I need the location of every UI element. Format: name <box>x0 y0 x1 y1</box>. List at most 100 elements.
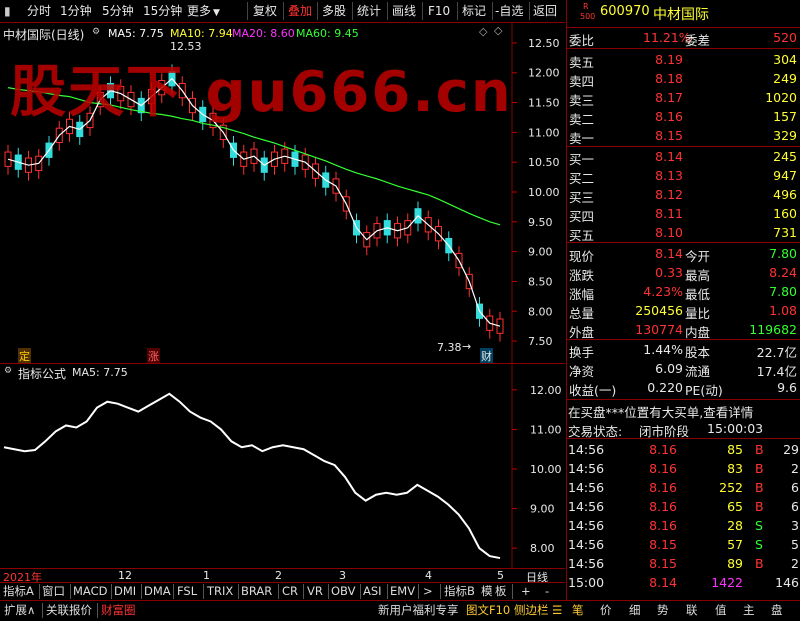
tick-row[interactable]: 14:56 8.16 85 B 29 <box>567 441 800 459</box>
wealth-circle-button[interactable]: 财富圈 <box>101 603 136 618</box>
remove-indicator-button[interactable]: - <box>545 584 549 599</box>
settings-gear-icon[interactable]: ⚙ <box>92 27 100 37</box>
tab-price[interactable]: 价 <box>600 603 612 618</box>
tick-price: 8.16 <box>649 461 677 476</box>
tab-detail[interactable]: 细 <box>629 603 641 618</box>
tab-obv[interactable]: OBV <box>331 584 355 599</box>
tick-row[interactable]: 14:56 8.16 252 B 6 <box>567 479 800 497</box>
indicator-settings-icon[interactable]: ⚙ <box>4 366 12 376</box>
tab-ban[interactable]: 板 <box>495 584 507 599</box>
tick-row[interactable]: 14:56 8.15 89 B 2 <box>567 555 800 573</box>
finance-row[interactable]: 换手 1.44% 股本 22.7亿 <box>567 341 800 360</box>
tab-macd[interactable]: MACD <box>73 584 107 599</box>
order-book-sell-row[interactable]: 卖三 8.17 1020 <box>567 89 800 108</box>
tab-trades[interactable]: 笔 <box>572 603 584 618</box>
quote-stat-row[interactable]: 涨跌 0.33 最高 8.24 <box>567 264 800 283</box>
order-book-sell-row[interactable]: 卖二 8.16 157 <box>567 108 800 127</box>
toolbar-btn-huaxian[interactable]: 画线 <box>392 3 416 19</box>
tick-price: 8.15 <box>649 556 677 571</box>
tab-value[interactable]: 值 <box>715 603 727 618</box>
tick-row[interactable]: 14:56 8.16 83 B 2 <box>567 460 800 478</box>
f10-graphic-button[interactable]: 图文F10 <box>466 603 510 618</box>
tab-chuangkou[interactable]: 窗口 <box>42 584 65 599</box>
toolbar-btn-zixuan[interactable]: -自选 <box>495 3 523 19</box>
tab-zhibiao-b[interactable]: 指标B <box>444 584 475 599</box>
indicator-legend: MA5: 7.75 <box>72 366 128 379</box>
collapse-icon[interactable]: ◇ <box>494 24 502 37</box>
stat-label: 最高 <box>685 268 711 283</box>
new-user-promo-link[interactable]: 新用户福利专享 <box>378 603 459 618</box>
toolbar-btn-5min[interactable]: 5分钟 <box>102 3 134 19</box>
toolbar-btn-fuquan[interactable]: 复权 <box>253 3 277 19</box>
stat-label: 涨跌 <box>569 268 595 283</box>
toolbar-btn-diejia[interactable]: 叠加 <box>288 3 312 19</box>
order-book-buy-row[interactable]: 买二 8.13 947 <box>567 167 800 186</box>
toolbar-btn-f10[interactable]: F10 <box>428 3 450 19</box>
toolbar-btn-15min[interactable]: 15分钟 <box>143 3 182 19</box>
tick-count: 2 <box>791 556 799 571</box>
diamond-icon[interactable]: ◇ <box>479 25 487 38</box>
tab-linked[interactable]: 联 <box>686 603 698 618</box>
indicator-chart[interactable]: 12.00 11.00 10.00 9.00 8.00 ⚙ 指标公式 MA5: 7.75 <box>0 364 565 569</box>
toolbar-btn-duogu[interactable]: 多股 <box>322 3 346 19</box>
order-book-sell-row[interactable]: 卖五 8.19 304 <box>567 51 800 70</box>
order-book-buy-row[interactable]: 买一 8.14 245 <box>567 148 800 167</box>
tab-zhibiao-a[interactable]: 指标A <box>3 584 34 599</box>
rating-badge-icon: R <box>583 2 589 11</box>
tab-cr[interactable]: CR <box>282 584 298 599</box>
add-indicator-button[interactable]: + <box>521 584 531 599</box>
kline-chart[interactable]: 12.50 12.00 11.50 11.00 10.50 10.00 9.50 9.00 8.… <box>0 23 565 364</box>
tick-row[interactable]: 14:56 8.16 65 B 6 <box>567 498 800 516</box>
tab-brar[interactable]: BRAR <box>241 584 272 599</box>
finance-row[interactable]: 净资 6.09 流通 17.4亿 <box>567 360 800 379</box>
tab-board[interactable]: 盘 <box>771 603 783 618</box>
event-tag-cai[interactable]: 财 <box>480 348 493 364</box>
quote-stat-row[interactable]: 现价 8.14 今开 7.80 <box>567 245 800 264</box>
sidebar-toggle-button[interactable]: 侧边栏 <box>514 603 549 618</box>
menu-icon[interactable]: ▮ <box>4 3 11 19</box>
order-book-buy-row[interactable]: 买五 8.10 731 <box>567 224 800 243</box>
tick-row[interactable]: 14:56 8.16 28 S 3 <box>567 517 800 535</box>
tick-volume: 252 <box>719 480 743 495</box>
tick-side: B <box>755 461 764 476</box>
fin-label: 换手 <box>569 345 595 360</box>
indicator-ma5-line <box>3 392 501 560</box>
order-book-buy-row[interactable]: 买四 8.11 160 <box>567 205 800 224</box>
toolbar-btn-more[interactable]: 更多 <box>187 3 211 19</box>
tab-mo[interactable]: 模 <box>481 584 493 599</box>
quote-stat-row[interactable]: 涨幅 4.23% 最低 7.80 <box>567 283 800 302</box>
tab-main[interactable]: 主 <box>743 603 755 618</box>
finance-row[interactable]: 收益(一) 0.220 PE(动) 9.6 <box>567 379 800 398</box>
toolbar-btn-tongji[interactable]: 统计 <box>357 3 381 19</box>
order-book-buy-row[interactable]: 买三 8.12 496 <box>567 186 800 205</box>
tab-dmi[interactable]: DMI <box>114 584 136 599</box>
toolbar-btn-1min[interactable]: 1分钟 <box>60 3 92 19</box>
toolbar-btn-back[interactable]: 返回 <box>533 3 557 19</box>
level-label: 卖二 <box>569 112 595 127</box>
event-tag-zhang[interactable]: 涨 <box>147 348 160 364</box>
level-price: 8.15 <box>655 128 683 143</box>
quote-stat-row[interactable]: 总量 250456 量比 1.08 <box>567 302 800 321</box>
quote-stat-row[interactable]: 外盘 130774 内盘 119682 <box>567 321 800 340</box>
sidebar-toggle-icon[interactable]: ☰ <box>552 603 562 618</box>
tab-trend[interactable]: 势 <box>657 603 669 618</box>
tab-dma[interactable]: DMA <box>144 584 171 599</box>
more-dropdown-icon[interactable]: ▼ <box>213 5 220 21</box>
stat-value: 4.23% <box>643 284 683 299</box>
tick-row[interactable]: 14:56 8.15 57 S 5 <box>567 536 800 554</box>
tab-vr[interactable]: VR <box>307 584 323 599</box>
tab-asi[interactable]: ASI <box>363 584 382 599</box>
toolbar-btn-fenshi[interactable]: 分时 <box>27 3 51 19</box>
toolbar-btn-biaoji[interactable]: 标记 <box>462 3 486 19</box>
tab-trix[interactable]: TRIX <box>207 584 233 599</box>
expand-button[interactable]: 扩展∧ <box>4 603 35 618</box>
tab-emv[interactable]: EMV <box>390 584 415 599</box>
tab-fsl[interactable]: FSL <box>177 584 197 599</box>
order-book-sell-row[interactable]: 卖四 8.18 249 <box>567 70 800 89</box>
tabs-scroll-right-icon[interactable]: > <box>423 584 433 599</box>
related-quotes-button[interactable]: 关联报价 <box>46 603 92 618</box>
order-book-sell-row[interactable]: 卖一 8.15 329 <box>567 127 800 146</box>
big-order-notice[interactable]: 在买盘***位置有大买单,查看详情 <box>567 401 800 420</box>
event-tag-ding[interactable]: 定 <box>18 348 31 364</box>
tick-row[interactable]: 15:00 8.14 1422 146 <box>567 574 800 592</box>
